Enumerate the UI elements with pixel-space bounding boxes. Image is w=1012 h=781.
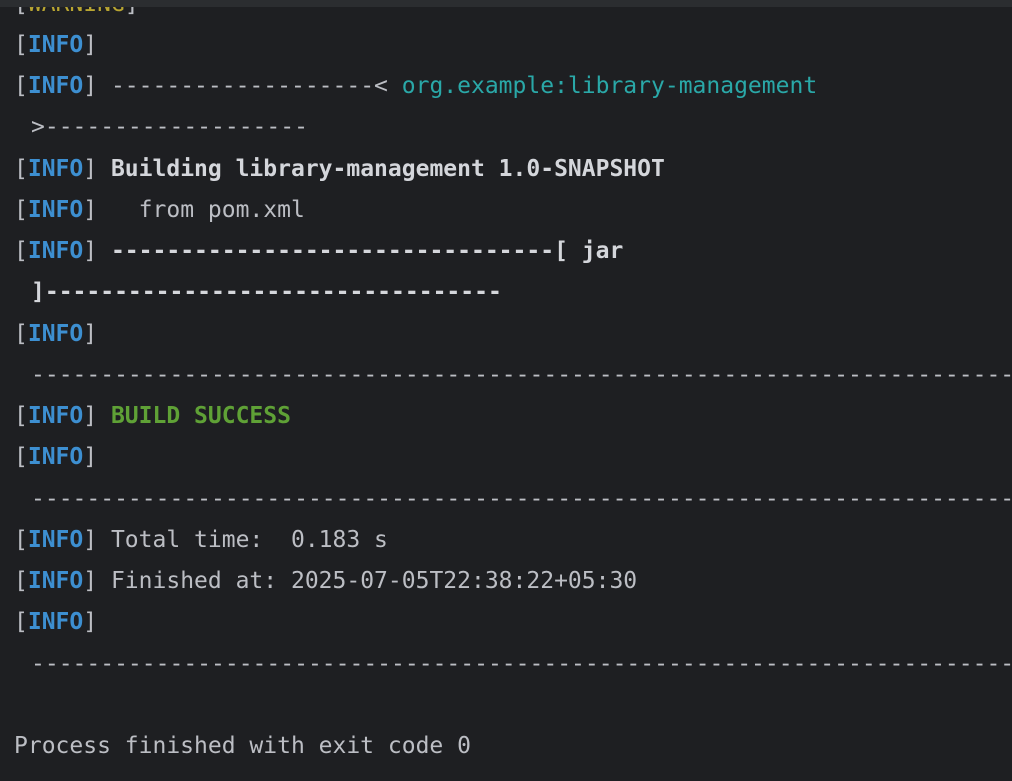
separator-line: ----------------------------------------… [31,650,1012,678]
pom-source-text: from pom.xml [110,197,305,223]
console-line-text: -------------------< [110,73,402,99]
console-line: [INFO] [14,444,111,470]
build-success-text: BUILD SUCCESS [110,403,291,429]
log-level-info: INFO [27,403,84,429]
log-level-info: INFO [27,568,84,594]
log-level-info: INFO [27,609,84,635]
console-top-edge [0,0,1012,7]
artifact-id: org.example:library-management [401,73,818,99]
console-line: [INFO] Total time: 0.183 s [14,527,388,553]
log-level-info: INFO [27,238,84,264]
console-line-wrap: >------------------- [31,113,308,141]
run-console-output[interactable]: [WARNING] [INFO] [INFO] ----------------… [0,0,1012,781]
console-line: [INFO] -------------------< org.example:… [14,73,818,99]
log-level-info: INFO [27,73,84,99]
log-level-info: INFO [27,156,84,182]
console-line: [INFO] from pom.xml [14,197,305,223]
console-line: [INFO] [14,609,111,635]
console-line-text: ]--------------------------------- [31,279,502,305]
separator-line: ----------------------------------------… [31,485,1012,513]
process-exit-text: Process finished with exit code 0 [14,733,471,759]
console-line-wrap: ]--------------------------------- [31,278,502,306]
separator-line: ----------------------------------------… [31,361,1012,389]
total-time-text: Total time: 0.183 s [110,527,388,553]
log-level-info: INFO [27,444,84,470]
console-line: [INFO] Building library-management 1.0-S… [14,156,665,182]
build-title: Building library-management 1.0-SNAPSHOT [110,156,665,182]
console-line: [INFO] [14,321,111,347]
process-exit-message: Process finished with exit code 0 [14,732,471,760]
log-level-info: INFO [27,197,84,223]
log-level-info: INFO [27,321,84,347]
log-level-info: INFO [27,527,84,553]
console-line-text: ----------------------------------------… [31,362,1012,388]
finished-at-text: Finished at: 2025-07-05T22:38:22+05:30 [110,568,638,594]
console-line: [INFO] [14,32,111,58]
console-line-text: ----------------------------------------… [31,486,1012,512]
console-line-text: ----------------------------------------… [31,651,1012,677]
log-level-info: INFO [27,32,84,58]
console-line: [INFO] --------------------------------[… [14,238,624,264]
console-line-text: >------------------- [31,114,308,140]
console-line: [INFO] Finished at: 2025-07-05T22:38:22+… [14,568,638,594]
packaging-line: --------------------------------[ jar [110,238,624,264]
console-line: [INFO] BUILD SUCCESS [14,403,291,429]
